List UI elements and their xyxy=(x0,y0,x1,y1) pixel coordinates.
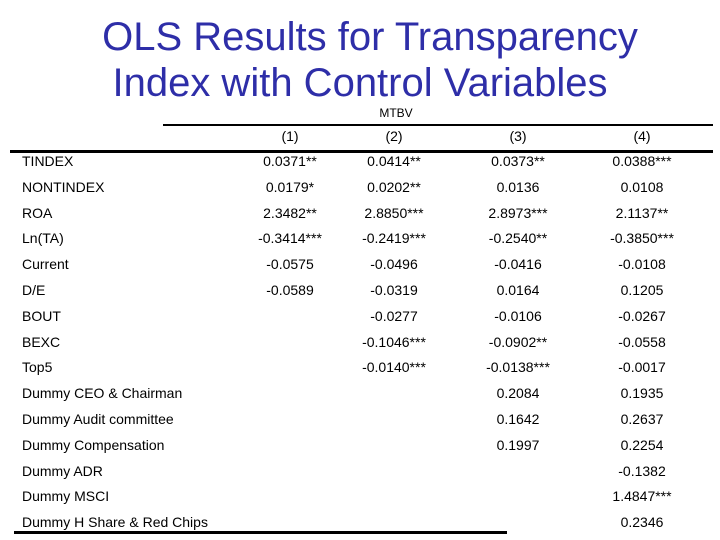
column-header: (3) xyxy=(509,128,527,144)
row-label: BEXC xyxy=(22,334,61,350)
table-row: Top5 -0.0140*** -0.0138*** -0.0017 xyxy=(0,359,720,385)
coefficient-cell: 2.1137** xyxy=(615,205,669,221)
coefficient-cell: -0.0558 xyxy=(618,334,666,350)
row-label: Dummy CEO & Chairman xyxy=(22,385,183,401)
row-label: D/E xyxy=(22,282,46,298)
table-row: TINDEX 0.0371** 0.0414** 0.0373** 0.0388*** xyxy=(0,153,720,179)
coefficient-cell: 0.0371** xyxy=(263,153,317,169)
coefficient-cell: 2.8850*** xyxy=(364,205,424,221)
coefficient-cell: -0.0575 xyxy=(266,256,314,272)
coefficient-cell: 0.0414** xyxy=(367,153,421,169)
table-row: Dummy ADR -0.1382 xyxy=(0,463,720,489)
column-header: (1) xyxy=(281,128,299,144)
table-row: Dummy CEO & Chairman 0.2084 0.1935 xyxy=(0,385,720,411)
row-label: NONTINDEX xyxy=(22,179,105,195)
coefficient-cell: -0.0017 xyxy=(618,359,666,375)
coefficient-cell: 0.2346 xyxy=(620,514,664,530)
slide-title-line-1: OLS Results for Transparency xyxy=(102,15,638,59)
group-rule xyxy=(163,124,713,126)
row-label: Ln(TA) xyxy=(22,230,64,246)
coefficient-cell: -0.2419*** xyxy=(362,230,426,246)
row-label: Dummy MSCI xyxy=(22,488,110,504)
coefficient-cell: 1.4847*** xyxy=(612,488,672,504)
coefficient-cell: 0.0179* xyxy=(265,179,315,195)
slide-title-line-2: Index with Control Variables xyxy=(112,61,608,105)
bottom-rule xyxy=(14,531,507,534)
dependent-variable-label: MTBV xyxy=(379,106,413,120)
row-label: Dummy Compensation xyxy=(22,437,165,453)
coefficient-cell: -0.1382 xyxy=(618,463,666,479)
coefficient-cell: 0.1642 xyxy=(496,411,540,427)
coefficient-cell: -0.0902** xyxy=(488,334,548,350)
table-row: Dummy Audit committee 0.1642 0.2637 xyxy=(0,411,720,437)
coefficient-cell: 0.0373** xyxy=(491,153,545,169)
coefficient-cell: 0.1997 xyxy=(496,437,540,453)
table-row: Dummy MSCI 1.4847*** xyxy=(0,488,720,514)
coefficient-cell: -0.0108 xyxy=(618,256,666,272)
coefficient-cell: -0.3414*** xyxy=(258,230,322,246)
row-label: Dummy H Share & Red Chips xyxy=(22,514,208,530)
coefficient-cell: 0.2084 xyxy=(496,385,540,401)
row-label: BOUT xyxy=(22,308,61,324)
coefficient-cell: -0.3850*** xyxy=(610,230,674,246)
coefficient-cell: 0.1935 xyxy=(620,385,664,401)
coefficient-cell: -0.0416 xyxy=(494,256,542,272)
coefficient-cell: 2.8973*** xyxy=(488,205,548,221)
coefficient-cell: -0.0496 xyxy=(370,256,418,272)
row-label: Dummy Audit committee xyxy=(22,411,174,427)
table-row: D/E -0.0589 -0.0319 0.0164 0.1205 xyxy=(0,282,720,308)
table-row: NONTINDEX 0.0179* 0.0202** 0.0136 0.0108 xyxy=(0,179,720,205)
coefficient-cell: 0.0388*** xyxy=(612,153,672,169)
coefficient-cell: 0.2254 xyxy=(620,437,664,453)
coefficient-cell: -0.1046*** xyxy=(362,334,426,350)
coefficient-cell: 0.1205 xyxy=(620,282,664,298)
coefficient-cell: -0.0140*** xyxy=(362,359,426,375)
coefficient-cell: 0.0136 xyxy=(496,179,540,195)
table-row: Dummy H Share & Red Chips 0.2346 xyxy=(0,514,720,540)
column-header: (2) xyxy=(385,128,403,144)
row-label: Dummy ADR xyxy=(22,463,103,479)
row-label: Current xyxy=(22,256,69,272)
coefficient-cell: 2.3482** xyxy=(263,205,317,221)
coefficient-cell: -0.0267 xyxy=(618,308,666,324)
coefficient-cell: -0.0319 xyxy=(370,282,418,298)
row-label: ROA xyxy=(22,205,53,221)
slide-title: OLS Results for Transparency Index with … xyxy=(0,14,720,106)
table-row: ROA 2.3482** 2.8850*** 2.8973*** 2.1137** xyxy=(0,205,720,231)
table-row: BEXC -0.1046*** -0.0902** -0.0558 xyxy=(0,334,720,360)
table-row: BOUT -0.0277 -0.0106 -0.0267 xyxy=(0,308,720,334)
coefficient-cell: -0.2540** xyxy=(488,230,548,246)
coefficient-cell: 0.0108 xyxy=(620,179,664,195)
row-label: Top5 xyxy=(22,359,53,375)
coefficient-cell: -0.0277 xyxy=(370,308,418,324)
coefficient-cell: -0.0589 xyxy=(266,282,314,298)
row-label: TINDEX xyxy=(22,153,74,169)
coefficient-cell: 0.2637 xyxy=(620,411,664,427)
coefficient-cell: -0.0106 xyxy=(494,308,542,324)
column-header: (4) xyxy=(633,128,651,144)
table-row: Current -0.0575 -0.0496 -0.0416 -0.0108 xyxy=(0,256,720,282)
table-row: Ln(TA) -0.3414*** -0.2419*** -0.2540** -0.38… xyxy=(0,230,720,256)
coefficient-cell: 0.0202** xyxy=(367,179,421,195)
table-row: Dummy Compensation 0.1997 0.2254 xyxy=(0,437,720,463)
coefficient-cell: -0.0138*** xyxy=(486,359,550,375)
coefficient-cell: 0.0164 xyxy=(496,282,540,298)
